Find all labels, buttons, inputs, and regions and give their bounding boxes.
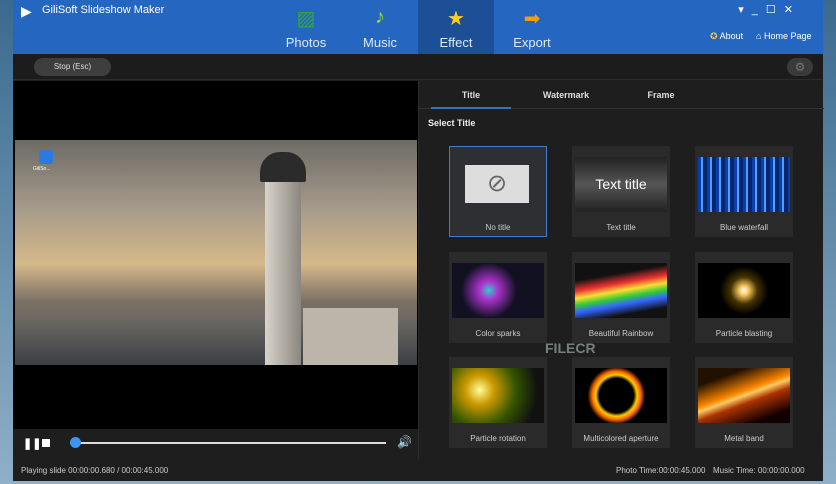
lighthouse-tower: [265, 170, 301, 365]
app-logo-icon: ▶: [21, 3, 32, 19]
maximize-button[interactable]: ☐: [766, 4, 784, 16]
player-controls: ❚❚ 🔊: [13, 430, 418, 455]
lighthouse-lantern: [260, 152, 306, 182]
desktop-shortcut-icon: [39, 150, 53, 164]
nav-effect[interactable]: ★ Effect: [418, 0, 494, 54]
tab-watermark[interactable]: Watermark: [526, 81, 606, 109]
title-option-particle-blasting[interactable]: Particle blasting: [695, 252, 793, 343]
effect-panel: Title Watermark Frame Select Title ⊘ No t…: [418, 81, 824, 460]
color-sparks-thumb: [452, 263, 544, 318]
stop-button[interactable]: Stop (Esc): [34, 58, 111, 76]
blue-waterfall-thumb: [698, 157, 790, 212]
playing-status: Playing slide 00:00:00.680 / 00:00:45.00…: [21, 466, 169, 475]
progress-slider[interactable]: [70, 442, 386, 444]
music-note-icon: ♪: [375, 6, 385, 28]
nav-photos[interactable]: ▨ Photos: [268, 0, 344, 54]
app-window: ▶ GiliSoft Slideshow Maker ▨ Photos ♪ Musi…: [13, 0, 824, 481]
menu-dropdown-button[interactable]: ▾: [738, 4, 752, 16]
home-page-link[interactable]: ⌂ Home Page: [756, 31, 811, 41]
title-option-color-sparks[interactable]: Color sparks: [449, 252, 547, 343]
nav-export[interactable]: ➡ Export: [494, 0, 570, 54]
home-icon: ⌂: [756, 31, 762, 41]
particle-rotation-thumb: [452, 368, 544, 423]
close-button[interactable]: ✕: [784, 4, 801, 16]
rainbow-thumb: [575, 263, 667, 318]
title-option-multicolored-aperture[interactable]: Multicolored aperture: [572, 357, 670, 448]
pause-button[interactable]: ❚❚: [23, 437, 41, 450]
tab-title[interactable]: Title: [431, 81, 511, 109]
nav-music[interactable]: ♪ Music: [342, 0, 418, 54]
aperture-thumb: [575, 368, 667, 423]
music-time: Music Time: 00:00:00.000: [713, 466, 805, 475]
window-controls: ▾_☐✕: [738, 3, 801, 16]
magic-wand-star-icon: ★: [447, 8, 465, 30]
progress-slider-handle[interactable]: [69, 437, 81, 448]
toolbar: Stop (Esc) ⚙: [13, 54, 823, 80]
watermark-logo: FILECR: [545, 340, 596, 356]
about-link[interactable]: ✪ About: [710, 31, 743, 42]
desktop-shortcut-label: GiliSo...: [33, 166, 51, 172]
keeper-house: [303, 308, 398, 365]
preview-area: GiliSo...: [13, 81, 418, 429]
title-option-text-title[interactable]: Text title Text title: [572, 146, 670, 237]
photo-time: Photo Time:00:00:45.000: [616, 466, 706, 475]
no-symbol-icon: ⊘: [465, 165, 529, 203]
volume-icon[interactable]: 🔊: [397, 435, 412, 449]
tab-frame[interactable]: Frame: [621, 81, 701, 109]
particle-blast-thumb: [698, 263, 790, 318]
stop-playback-button[interactable]: [42, 439, 50, 447]
medal-icon: ✪: [710, 31, 718, 41]
text-title-preview: Text title: [575, 157, 667, 212]
arrow-right-icon: ➡: [523, 8, 541, 30]
title-option-particle-rotation[interactable]: Particle rotation: [449, 357, 547, 448]
settings-gear-button[interactable]: ⚙: [787, 58, 813, 76]
title-option-no-title[interactable]: ⊘ No title: [449, 146, 547, 237]
title-option-blue-waterfall[interactable]: Blue waterfall: [695, 146, 793, 237]
title-bar: ▶ GiliSoft Slideshow Maker ▨ Photos ♪ Musi…: [13, 0, 823, 54]
section-heading: Select Title: [428, 118, 476, 128]
app-title: GiliSoft Slideshow Maker: [42, 4, 165, 16]
status-bar: Playing slide 00:00:00.680 / 00:00:45.00…: [13, 460, 823, 480]
minimize-button[interactable]: _: [752, 4, 766, 16]
title-option-metal-band[interactable]: Metal band: [695, 357, 793, 448]
title-option-beautiful-rainbow[interactable]: Beautiful Rainbow: [572, 252, 670, 343]
photos-icon: ▨: [296, 8, 316, 30]
metal-band-thumb: [698, 368, 790, 423]
tab-bar: Title Watermark Frame: [419, 81, 824, 109]
preview-photo-lighthouse: GiliSo...: [15, 140, 417, 365]
